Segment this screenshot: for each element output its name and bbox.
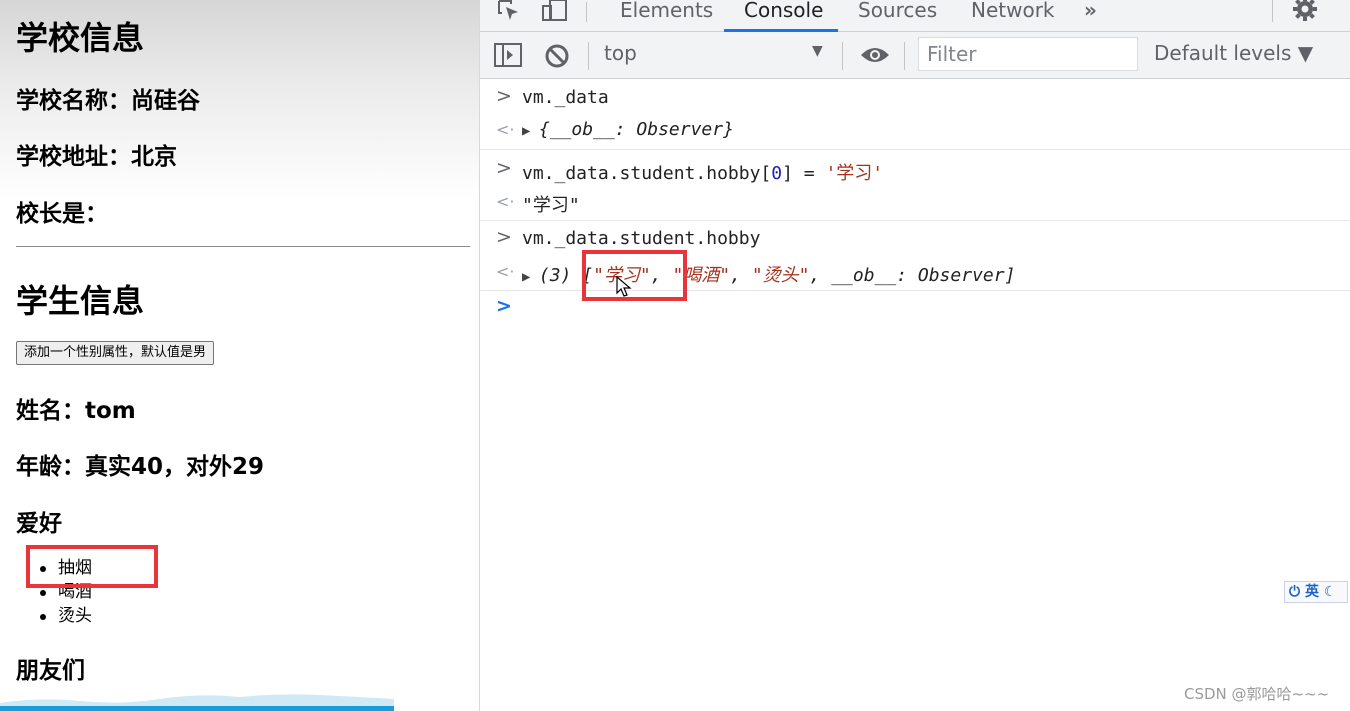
console-input-row: > vm._data.student.hobby[0] = '学习' [480, 157, 1350, 189]
expand-triangle-icon[interactable]: ▶ [522, 269, 539, 285]
hobby-heading: 爱好 [16, 511, 62, 537]
console-output-string: "学习" [522, 195, 580, 216]
input-chevron-icon: > [496, 157, 512, 179]
clear-console-icon[interactable] [544, 43, 570, 69]
console-output-row: <· ▶ {__ob__: Observer} [480, 117, 1350, 149]
devtools-tabbar: Elements Console Sources Network » [480, 0, 1350, 32]
tab-sources[interactable]: Sources [858, 0, 937, 28]
output-arrow-icon: <· [496, 262, 515, 281]
school-name: 学校名称：尚硅谷 [16, 88, 200, 114]
tab-network[interactable]: Network [971, 0, 1055, 28]
context-dropdown-icon[interactable]: ▼ [812, 43, 823, 59]
console-output-row: <· "学习" [480, 189, 1350, 221]
filter-input[interactable]: Filter [918, 37, 1138, 71]
toolbar-separator [1272, 0, 1273, 22]
input-chevron-icon: > [496, 85, 512, 107]
more-tabs-button[interactable]: » [1084, 0, 1097, 28]
moon-icon: ☾ [1323, 584, 1337, 600]
device-toolbar-icon[interactable] [540, 0, 570, 24]
devtools-panel: Elements Console Sources Network » top ▼… [480, 0, 1350, 711]
student-heading: 学生信息 [16, 282, 145, 320]
school-address: 学校地址：北京 [16, 144, 177, 170]
school-heading: 学校信息 [16, 19, 145, 57]
hobby-item: 烫头 [40, 604, 92, 628]
toolbar-separator [904, 42, 905, 70]
highlight-box-output [582, 250, 687, 301]
friends-heading: 朋友们 [16, 658, 85, 684]
prompt-chevron-icon: > [496, 295, 512, 317]
live-expression-eye-icon[interactable] [860, 45, 890, 65]
console-input-row: > vm._data [480, 85, 1350, 117]
tab-elements[interactable]: Elements [620, 0, 713, 28]
watermark: CSDN @郭哈哈~~~ [1184, 685, 1330, 703]
context-selector[interactable]: top [604, 41, 637, 65]
divider [16, 246, 470, 247]
sidebar-toggle-icon[interactable] [494, 43, 522, 67]
log-levels-dropdown[interactable]: Default levels ▼ [1154, 41, 1313, 65]
tab-console[interactable]: Console [744, 0, 823, 28]
expand-triangle-icon[interactable]: ▶ [522, 123, 539, 139]
console-input: vm._data.student.hobby[0] = '学习' [522, 163, 884, 184]
console-input: vm._data.student.hobby [522, 228, 761, 249]
input-chevron-icon: > [496, 226, 512, 248]
toolbar-separator [586, 2, 587, 22]
console-divider [480, 149, 1350, 150]
toolbar-separator [842, 42, 843, 70]
output-arrow-icon: <· [496, 192, 515, 211]
inspect-element-icon[interactable] [496, 0, 522, 24]
console-output-object[interactable]: ▶ {__ob__: Observer} [522, 119, 734, 140]
highlight-box-hobby [26, 545, 158, 588]
student-age: 年龄：真实40，对外29 [16, 454, 265, 480]
add-gender-button[interactable]: 添加一个性别属性，默认值是男 [16, 341, 215, 365]
ime-indicator[interactable]: ⏻ 英 ☾ [1284, 581, 1348, 603]
toolbar-separator [588, 42, 589, 70]
output-arrow-icon: <· [496, 120, 515, 139]
decorative-wave [0, 694, 394, 711]
rendered-page: 学校信息 学校名称：尚硅谷 学校地址：北京 校长是： 学生信息 添加一个性别属性… [0, 0, 480, 711]
console-input: vm._data [522, 87, 609, 108]
console-divider [480, 220, 1350, 221]
principal-label: 校长是： [16, 201, 108, 227]
student-name: 姓名：tom [16, 398, 136, 424]
console-toolbar: top ▼ Filter Default levels ▼ [480, 32, 1350, 79]
settings-gear-icon[interactable] [1292, 0, 1318, 22]
power-icon: ⏻ [1289, 584, 1301, 600]
mouse-cursor-icon [616, 276, 632, 297]
